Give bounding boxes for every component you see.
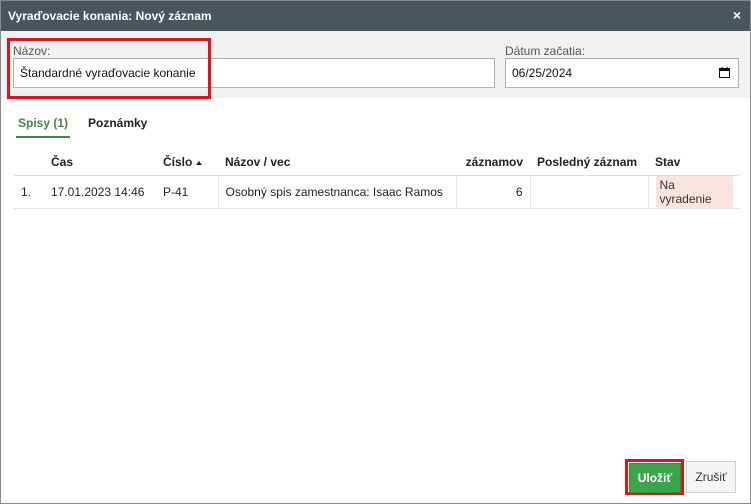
row-status: Na vyradenie (648, 175, 740, 209)
row-number: P-41 (156, 175, 219, 209)
dialog-titlebar: Vyraďovacie konania: Nový záznam × (1, 1, 750, 31)
col-header-records[interactable]: záznamov (456, 149, 530, 176)
table-row[interactable]: 1. 17.01.2023 14:46 P-41 Osobný spis zam… (14, 175, 740, 209)
row-index: 1. (14, 175, 44, 209)
col-header-time[interactable]: Čas (44, 149, 156, 176)
table-header-row: Čas Číslo Názov / vec záznamov Posledný … (14, 149, 740, 176)
row-last-record (530, 175, 649, 209)
col-header-number[interactable]: Číslo (156, 149, 218, 176)
col-header-status[interactable]: Stav (648, 149, 740, 176)
col-header-number-label: Číslo (163, 155, 193, 169)
cancel-button[interactable]: Zrušiť (686, 461, 736, 493)
save-button[interactable]: Uložiť (629, 463, 681, 493)
name-field-highlight (7, 38, 211, 99)
row-name: Osobný spis zamestnanca: Isaac Ramos (218, 175, 457, 209)
start-date-value: 06/25/2024 (512, 66, 573, 80)
tab-bar: Spisy (1) Poznámky (1, 98, 750, 138)
tab-notes[interactable]: Poznámky (88, 116, 147, 130)
form-area: Názov: Štandardné vyraďovacie konanie Dá… (1, 31, 750, 99)
date-label: Dátum začatia: (505, 44, 586, 58)
dialog-title: Vyraďovacie konania: Nový záznam (8, 9, 212, 23)
status-badge: Na vyradenie (655, 176, 733, 208)
col-header-name[interactable]: Názov / vec (218, 149, 456, 176)
start-date-input[interactable]: 06/25/2024 (505, 58, 739, 88)
col-header-last-record[interactable]: Posledný záznam (530, 149, 648, 176)
active-tab-indicator (16, 136, 70, 138)
files-table: Čas Číslo Názov / vec záznamov Posledný … (14, 149, 740, 209)
row-records: 6 (456, 175, 531, 209)
calendar-icon[interactable] (719, 67, 730, 78)
sort-asc-icon (196, 160, 203, 165)
row-time: 17.01.2023 14:46 (44, 175, 156, 209)
col-header-index (14, 149, 44, 176)
tab-files[interactable]: Spisy (1) (18, 116, 68, 130)
new-record-dialog: Vyraďovacie konania: Nový záznam × Názov… (0, 0, 751, 504)
close-icon[interactable]: × (729, 6, 745, 24)
